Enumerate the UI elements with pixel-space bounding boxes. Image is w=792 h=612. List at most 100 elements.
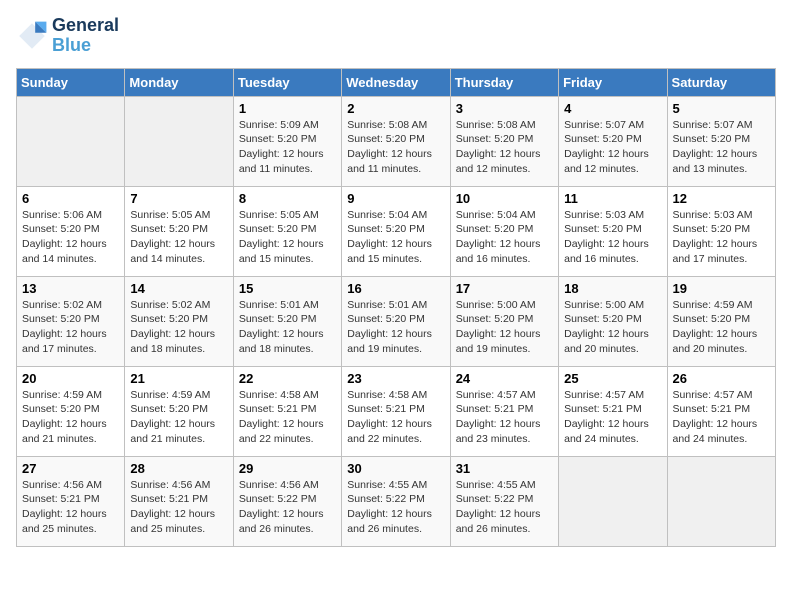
day-info: Sunrise: 4:56 AMSunset: 5:21 PMDaylight:… [22,478,119,537]
day-number: 19 [673,281,770,296]
calendar-cell: 26 Sunrise: 4:57 AMSunset: 5:21 PMDayligh… [667,366,775,456]
calendar-cell [667,456,775,546]
calendar-cell: 12 Sunrise: 5:03 AMSunset: 5:20 PMDayligh… [667,186,775,276]
day-info: Sunrise: 4:55 AMSunset: 5:22 PMDaylight:… [347,478,444,537]
week-row-1: 1 Sunrise: 5:09 AMSunset: 5:20 PMDaylight… [17,96,776,186]
day-number: 25 [564,371,661,386]
calendar-cell [559,456,667,546]
day-header-saturday: Saturday [667,68,775,96]
day-number: 9 [347,191,444,206]
calendar-cell: 22 Sunrise: 4:58 AMSunset: 5:21 PMDayligh… [233,366,341,456]
calendar-cell: 27 Sunrise: 4:56 AMSunset: 5:21 PMDayligh… [17,456,125,546]
calendar-cell [125,96,233,186]
day-info: Sunrise: 5:04 AMSunset: 5:20 PMDaylight:… [456,208,553,267]
calendar-cell: 17 Sunrise: 5:00 AMSunset: 5:20 PMDayligh… [450,276,558,366]
day-info: Sunrise: 4:55 AMSunset: 5:22 PMDaylight:… [456,478,553,537]
day-number: 30 [347,461,444,476]
day-info: Sunrise: 4:59 AMSunset: 5:20 PMDaylight:… [22,388,119,447]
calendar-cell: 2 Sunrise: 5:08 AMSunset: 5:20 PMDaylight… [342,96,450,186]
calendar-cell: 8Sunrise: 5:05 AMSunset: 5:20 PMDaylight… [233,186,341,276]
day-number: 26 [673,371,770,386]
logo-icon [16,20,48,52]
day-info: Sunrise: 5:02 AMSunset: 5:20 PMDaylight:… [130,298,227,357]
day-number: 24 [456,371,553,386]
day-number: 17 [456,281,553,296]
day-info: Sunrise: 4:56 AMSunset: 5:22 PMDaylight:… [239,478,336,537]
day-info: Sunrise: 5:09 AMSunset: 5:20 PMDaylight:… [239,118,336,177]
day-info: Sunrise: 4:57 AMSunset: 5:21 PMDaylight:… [456,388,553,447]
day-number: 5 [673,101,770,116]
calendar-cell: 28Sunrise: 4:56 AMSunset: 5:21 PMDayligh… [125,456,233,546]
week-row-4: 20Sunrise: 4:59 AMSunset: 5:20 PMDayligh… [17,366,776,456]
day-number: 7 [130,191,227,206]
day-info: Sunrise: 5:08 AMSunset: 5:20 PMDaylight:… [456,118,553,177]
day-info: Sunrise: 4:59 AMSunset: 5:20 PMDaylight:… [130,388,227,447]
calendar-cell: 19 Sunrise: 4:59 AMSunset: 5:20 PMDayligh… [667,276,775,366]
day-info: Sunrise: 5:01 AMSunset: 5:20 PMDaylight:… [239,298,336,357]
day-info: Sunrise: 5:01 AMSunset: 5:20 PMDaylight:… [347,298,444,357]
day-number: 8 [239,191,336,206]
day-info: Sunrise: 5:00 AMSunset: 5:20 PMDaylight:… [456,298,553,357]
day-number: 6 [22,191,119,206]
calendar-cell: 3 Sunrise: 5:08 AMSunset: 5:20 PMDaylight… [450,96,558,186]
calendar-table: SundayMondayTuesdayWednesdayThursdayFrid… [16,68,776,547]
calendar-cell: 23 Sunrise: 4:58 AMSunset: 5:21 PMDayligh… [342,366,450,456]
day-number: 3 [456,101,553,116]
calendar-cell: 15 Sunrise: 5:01 AMSunset: 5:20 PMDayligh… [233,276,341,366]
day-number: 18 [564,281,661,296]
logo: General Blue [16,16,119,56]
week-row-5: 27 Sunrise: 4:56 AMSunset: 5:21 PMDayligh… [17,456,776,546]
calendar-cell: 24 Sunrise: 4:57 AMSunset: 5:21 PMDayligh… [450,366,558,456]
calendar-cell: 21Sunrise: 4:59 AMSunset: 5:20 PMDayligh… [125,366,233,456]
calendar-cell: 6 Sunrise: 5:06 AMSunset: 5:20 PMDaylight… [17,186,125,276]
day-number: 1 [239,101,336,116]
calendar-cell: 25Sunrise: 4:57 AMSunset: 5:21 PMDayligh… [559,366,667,456]
day-number: 23 [347,371,444,386]
day-number: 2 [347,101,444,116]
day-number: 22 [239,371,336,386]
day-info: Sunrise: 5:02 AMSunset: 5:20 PMDaylight:… [22,298,119,357]
day-info: Sunrise: 5:00 AMSunset: 5:20 PMDaylight:… [564,298,661,357]
calendar-cell: 16 Sunrise: 5:01 AMSunset: 5:20 PMDayligh… [342,276,450,366]
day-info: Sunrise: 5:06 AMSunset: 5:20 PMDaylight:… [22,208,119,267]
logo-text: General Blue [52,16,119,56]
week-row-2: 6 Sunrise: 5:06 AMSunset: 5:20 PMDaylight… [17,186,776,276]
day-number: 13 [22,281,119,296]
day-header-sunday: Sunday [17,68,125,96]
day-info: Sunrise: 5:03 AMSunset: 5:20 PMDaylight:… [564,208,661,267]
calendar-cell: 31 Sunrise: 4:55 AMSunset: 5:22 PMDayligh… [450,456,558,546]
day-header-friday: Friday [559,68,667,96]
calendar-cell: 29 Sunrise: 4:56 AMSunset: 5:22 PMDayligh… [233,456,341,546]
day-info: Sunrise: 5:03 AMSunset: 5:20 PMDaylight:… [673,208,770,267]
calendar-header: SundayMondayTuesdayWednesdayThursdayFrid… [17,68,776,96]
calendar-cell: 30 Sunrise: 4:55 AMSunset: 5:22 PMDayligh… [342,456,450,546]
day-number: 29 [239,461,336,476]
day-number: 16 [347,281,444,296]
day-number: 14 [130,281,227,296]
calendar-cell: 14 Sunrise: 5:02 AMSunset: 5:20 PMDayligh… [125,276,233,366]
day-info: Sunrise: 5:08 AMSunset: 5:20 PMDaylight:… [347,118,444,177]
page-header: General Blue [16,16,776,56]
week-row-3: 13 Sunrise: 5:02 AMSunset: 5:20 PMDayligh… [17,276,776,366]
calendar-cell [17,96,125,186]
day-number: 11 [564,191,661,206]
day-header-wednesday: Wednesday [342,68,450,96]
day-info: Sunrise: 5:04 AMSunset: 5:20 PMDaylight:… [347,208,444,267]
day-info: Sunrise: 4:58 AMSunset: 5:21 PMDaylight:… [347,388,444,447]
day-info: Sunrise: 4:58 AMSunset: 5:21 PMDaylight:… [239,388,336,447]
day-number: 10 [456,191,553,206]
day-number: 15 [239,281,336,296]
day-number: 31 [456,461,553,476]
day-info: Sunrise: 4:57 AMSunset: 5:21 PMDaylight:… [673,388,770,447]
day-number: 27 [22,461,119,476]
calendar-cell: 18 Sunrise: 5:00 AMSunset: 5:20 PMDayligh… [559,276,667,366]
day-number: 4 [564,101,661,116]
day-info: Sunrise: 5:05 AMSunset: 5:20 PMDaylight:… [130,208,227,267]
calendar-cell: 7 Sunrise: 5:05 AMSunset: 5:20 PMDaylight… [125,186,233,276]
day-number: 12 [673,191,770,206]
day-header-tuesday: Tuesday [233,68,341,96]
calendar-cell: 20Sunrise: 4:59 AMSunset: 5:20 PMDayligh… [17,366,125,456]
day-header-row: SundayMondayTuesdayWednesdayThursdayFrid… [17,68,776,96]
calendar-cell: 9 Sunrise: 5:04 AMSunset: 5:20 PMDaylight… [342,186,450,276]
day-info: Sunrise: 4:59 AMSunset: 5:20 PMDaylight:… [673,298,770,357]
